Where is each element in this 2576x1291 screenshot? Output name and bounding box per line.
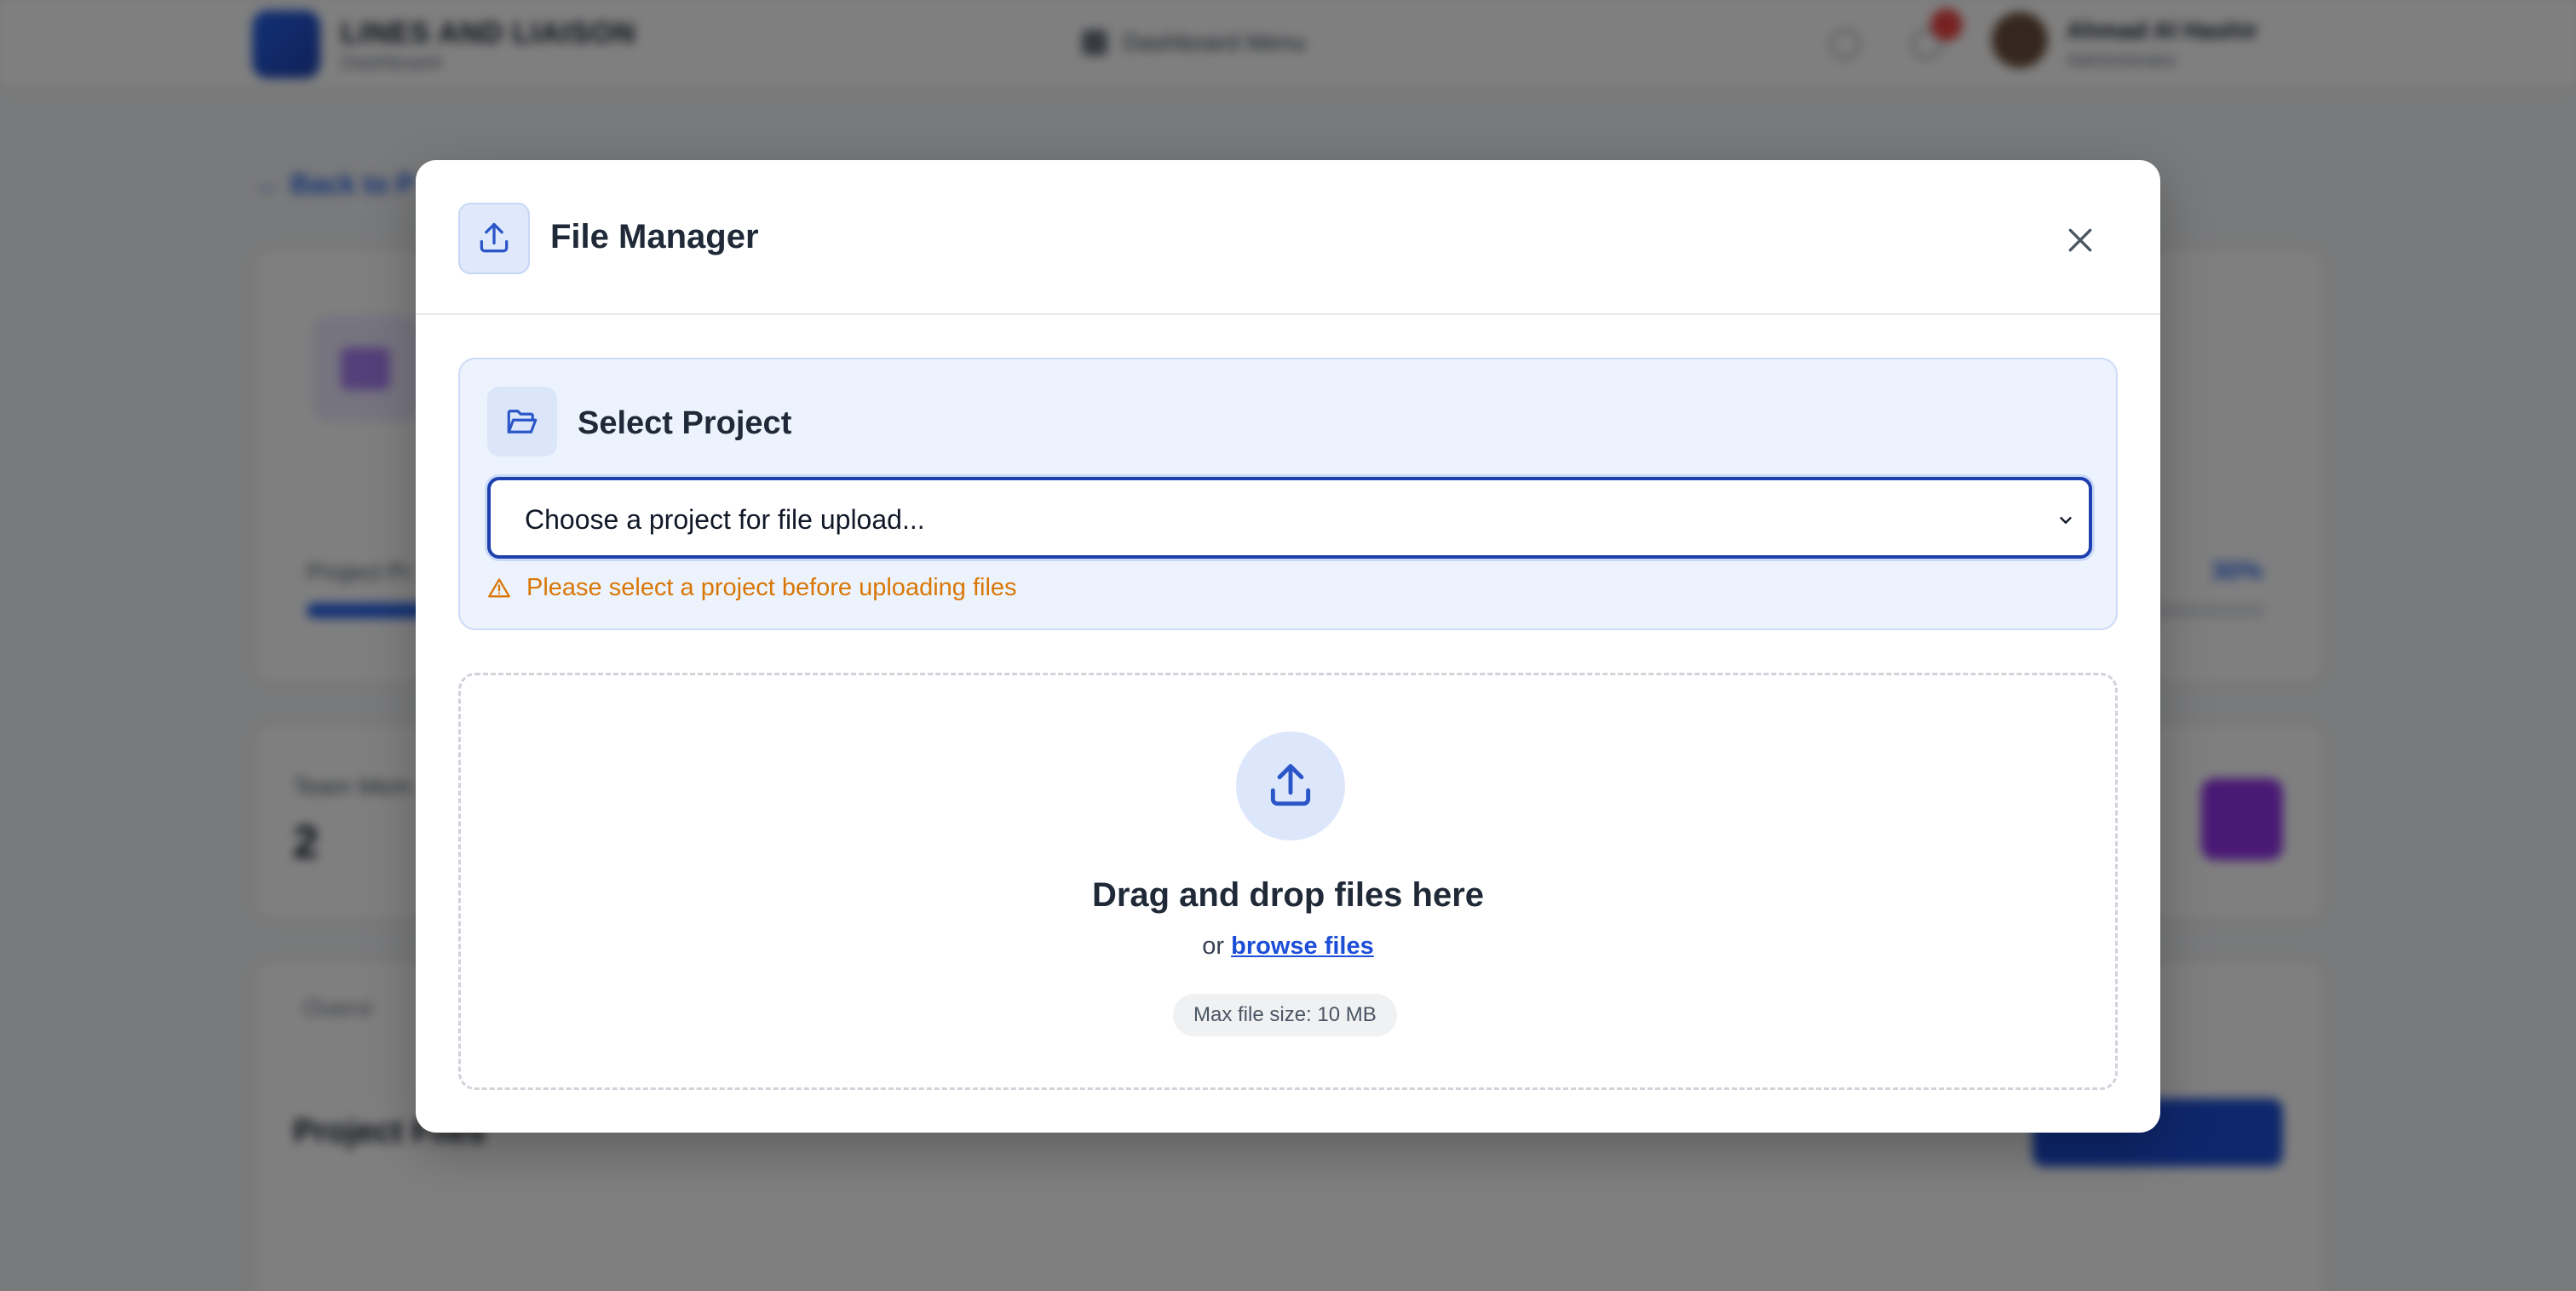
- select-project-title: Select Project: [578, 405, 792, 441]
- folder-open-icon: [487, 387, 557, 456]
- project-select-dropdown[interactable]: Choose a project for file upload...: [487, 477, 2092, 559]
- chevron-down-icon: [2060, 517, 2072, 524]
- dropzone-title: Drag and drop files here: [1091, 876, 1485, 914]
- project-select-value: Choose a project for file upload...: [525, 504, 925, 535]
- warning-text: Please select a project before uploading…: [526, 574, 1017, 601]
- warning-icon: [488, 577, 510, 597]
- close-button[interactable]: [2058, 218, 2102, 262]
- dropzone-subtitle: or browse files: [461, 932, 2115, 961]
- browse-files-link[interactable]: browse files: [1231, 932, 1374, 960]
- or-text: or: [1202, 932, 1225, 960]
- file-dropzone[interactable]: Drag and drop files here or browse files…: [458, 673, 2118, 1090]
- modal-title: File Manager: [550, 218, 759, 255]
- select-project-section: Select Project Choose a project for file…: [458, 358, 2118, 630]
- upload-icon: [1236, 732, 1345, 841]
- upload-icon: [458, 203, 530, 274]
- max-file-size-badge: Max file size: 10 MB: [1173, 994, 1397, 1036]
- modal-header: File Manager: [416, 160, 2160, 315]
- close-icon: [2068, 228, 2092, 252]
- project-warning: Please select a project before uploading…: [487, 574, 1017, 602]
- file-manager-modal: File Manager Select Project Choose a pro…: [416, 160, 2160, 1133]
